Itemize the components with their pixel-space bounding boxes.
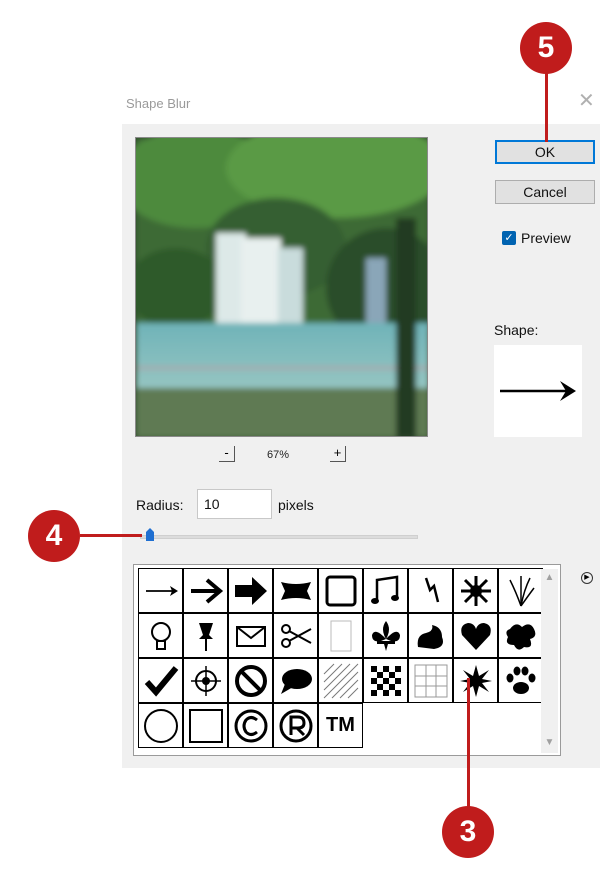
- starburst-icon: [460, 575, 491, 606]
- paw-print-shape-cell[interactable]: [498, 658, 543, 703]
- close-icon[interactable]: ✕: [578, 91, 595, 111]
- callout-4: 4: [28, 510, 80, 562]
- shape-menu-arrow-icon[interactable]: ▶: [581, 572, 593, 584]
- starburst-shape-cell[interactable]: [453, 568, 498, 613]
- target-shape-cell[interactable]: [183, 658, 228, 703]
- blank-page-icon: [330, 620, 351, 651]
- shape-picker-scrollbar[interactable]: [541, 569, 558, 753]
- waterfall-image: [136, 138, 427, 436]
- cancel-button[interactable]: Cancel: [495, 180, 595, 204]
- callout-5-line: [545, 70, 548, 142]
- ok-button[interactable]: OK: [495, 140, 595, 164]
- star-burst-shape-cell[interactable]: [453, 658, 498, 703]
- checkerboard-icon: [370, 665, 401, 696]
- zoom-level: 67%: [267, 449, 290, 461]
- grid-shape-cell[interactable]: [408, 658, 453, 703]
- copyright-icon: [234, 709, 267, 742]
- pushpin-shape-cell[interactable]: [183, 613, 228, 658]
- radius-unit-label: pixels: [278, 497, 314, 513]
- splat-icon: [505, 623, 535, 650]
- radius-slider-thumb[interactable]: [145, 528, 155, 542]
- checkmark-shape-cell[interactable]: [138, 658, 183, 703]
- no-sign-icon: [234, 664, 267, 697]
- square-icon: [188, 708, 223, 743]
- blank-page-shape-cell[interactable]: [318, 613, 363, 658]
- light-bulb-shape-cell[interactable]: [138, 613, 183, 658]
- music-note-icon: [370, 575, 399, 604]
- selected-shape-swatch: [494, 345, 582, 437]
- fleur-de-lis-shape-cell[interactable]: [363, 613, 408, 658]
- grid-icon: [414, 664, 447, 697]
- paw-print-icon: [506, 666, 535, 694]
- bold-arrow-icon: [234, 576, 267, 605]
- preview-checkbox[interactable]: ✓: [502, 231, 516, 245]
- heart-icon: [460, 622, 491, 650]
- zoom-out-button[interactable]: -: [219, 446, 235, 462]
- star-burst-icon: [459, 664, 492, 697]
- target-icon: [190, 665, 221, 696]
- dialog-title: Shape Blur: [126, 96, 191, 111]
- speech-bubble-icon: [280, 668, 312, 694]
- music-note-shape-cell[interactable]: [363, 568, 408, 613]
- radius-label: Radius:: [136, 497, 184, 513]
- banner-shape-cell[interactable]: [273, 568, 318, 613]
- envelope-shape-cell[interactable]: [228, 613, 273, 658]
- callout-4-line: [80, 534, 142, 537]
- bold-arrow-shape-cell[interactable]: [228, 568, 273, 613]
- ornament-shape-cell[interactable]: [408, 613, 453, 658]
- ornament-icon: [417, 624, 443, 649]
- splat-shape-cell[interactable]: [498, 613, 543, 658]
- no-sign-shape-cell[interactable]: [228, 658, 273, 703]
- circle-icon: [143, 708, 178, 743]
- square-shape-cell[interactable]: [183, 703, 228, 748]
- scroll-up-arrow-icon[interactable]: ▲: [541, 572, 558, 583]
- grass-icon: [508, 575, 535, 606]
- arrow-icon: [190, 577, 223, 604]
- hatch-pattern-icon: [323, 663, 358, 698]
- shape-label: Shape:: [494, 322, 539, 338]
- lightning-icon: [424, 577, 439, 602]
- heart-shape-cell[interactable]: [453, 613, 498, 658]
- zoom-in-button[interactable]: +: [330, 446, 346, 462]
- frame-shape-cell[interactable]: [318, 568, 363, 613]
- copyright-shape-cell[interactable]: [228, 703, 273, 748]
- callout-3-line: [467, 678, 470, 810]
- thin-arrow-icon: [145, 585, 178, 596]
- registered-icon: [279, 709, 312, 742]
- scroll-down-arrow-icon[interactable]: ▼: [541, 737, 558, 748]
- thin-arrow-shape-cell[interactable]: [138, 568, 183, 613]
- hatch-pattern-shape-cell[interactable]: [318, 658, 363, 703]
- trademark-icon: TM: [326, 714, 355, 736]
- checkmark-icon: [144, 665, 178, 697]
- scissors-shape-cell[interactable]: [273, 613, 318, 658]
- fleur-de-lis-icon: [371, 620, 400, 651]
- preview-checkbox-label[interactable]: Preview: [521, 230, 571, 246]
- trademark-shape-cell[interactable]: TM: [318, 703, 363, 748]
- lightning-shape-cell[interactable]: [408, 568, 453, 613]
- scissors-icon: [280, 623, 311, 648]
- callout-5: 5: [520, 22, 572, 74]
- speech-bubble-shape-cell[interactable]: [273, 658, 318, 703]
- banner-icon: [280, 581, 311, 600]
- radius-input[interactable]: [197, 489, 272, 519]
- radius-slider-track[interactable]: [140, 535, 418, 539]
- arrow-right-icon: [500, 381, 576, 401]
- registered-shape-cell[interactable]: [273, 703, 318, 748]
- callout-3: 3: [442, 806, 494, 858]
- circle-shape-cell[interactable]: [138, 703, 183, 748]
- frame-icon: [325, 575, 356, 606]
- pushpin-icon: [198, 622, 213, 651]
- envelope-icon: [235, 625, 266, 647]
- arrow-shape-cell[interactable]: [183, 568, 228, 613]
- light-bulb-icon: [150, 621, 171, 650]
- checkerboard-shape-cell[interactable]: [363, 658, 408, 703]
- grass-shape-cell[interactable]: [498, 568, 543, 613]
- preview-image[interactable]: [135, 137, 428, 437]
